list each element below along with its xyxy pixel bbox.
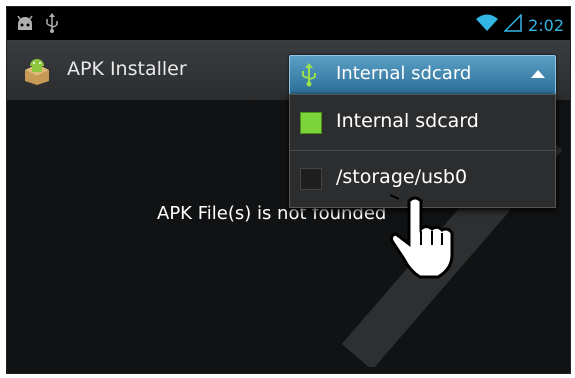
checkbox-unchecked[interactable] — [300, 168, 322, 190]
status-time: 2:02 — [528, 15, 564, 35]
status-bar: 2:02 — [7, 7, 570, 40]
android-debug-icon — [15, 14, 35, 36]
signal-icon — [503, 13, 522, 36]
pointer-hand-icon — [385, 181, 465, 283]
usb-icon — [300, 63, 318, 91]
spinner-selected-label: Internal sdcard — [336, 63, 472, 84]
wifi-icon — [476, 14, 499, 36]
app-title: APK Installer — [67, 58, 187, 80]
dropdown-option-label: /storage/usb0 — [336, 166, 468, 188]
storage-dropdown-menu: Internal sdcard /storage/usb0 — [289, 94, 556, 208]
dropdown-option-label: Internal sdcard — [336, 110, 479, 132]
chevron-up-icon — [531, 70, 545, 78]
package-icon — [21, 54, 53, 86]
checkbox-checked[interactable] — [300, 112, 322, 134]
device-screen: 2:02 APK Installer APK File(s) is not fo… — [6, 6, 571, 374]
storage-spinner[interactable]: Internal sdcard — [289, 55, 556, 95]
usb-icon — [45, 13, 59, 37]
dropdown-option-internal-sdcard[interactable]: Internal sdcard — [290, 95, 555, 151]
